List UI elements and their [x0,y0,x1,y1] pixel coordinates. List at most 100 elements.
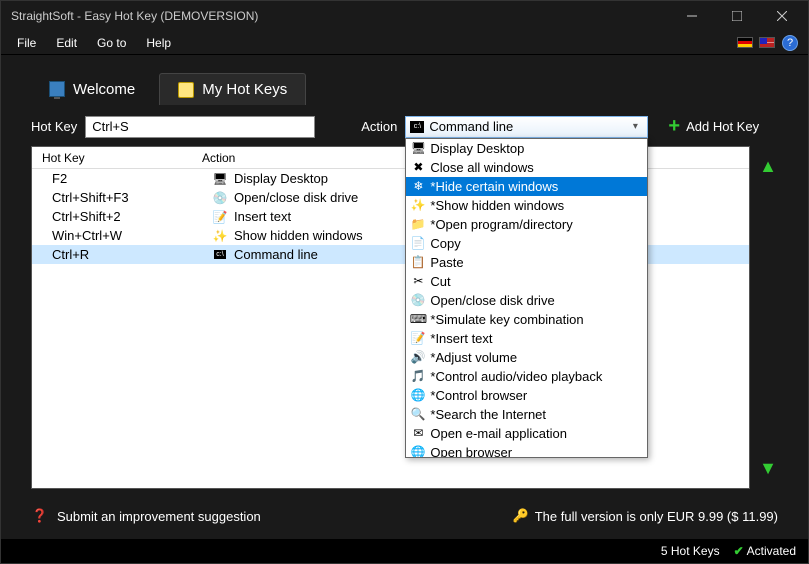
dropdown-item[interactable]: 🖥Display Desktop [406,139,647,158]
hotkey-input[interactable] [85,116,315,138]
row-action-label: Insert text [234,209,291,224]
menu-help[interactable]: Help [136,33,181,53]
plus-icon: + [668,115,680,138]
dropdown-item-icon: 🎵 [410,368,426,384]
dropdown-item[interactable]: ✉ Open e-mail application [406,424,647,443]
flag-english-icon[interactable] [759,37,775,48]
key-icon: 🔑 [513,508,529,524]
monitor-icon [49,81,65,97]
tab-welcome[interactable]: Welcome [31,73,153,105]
help-icon[interactable]: ? [782,35,798,51]
row-action-icon: c:\ [212,247,228,263]
cmd-icon: c:\ [410,121,424,133]
dropdown-item-label: *Hide certain windows [430,179,558,194]
action-dropdown-list[interactable]: 🖥Display Desktop✖ Close all windows ❄ *Hide… [405,138,648,458]
move-down-button[interactable]: ▼ [758,458,778,479]
tab-myhotkeys-label: My Hot Keys [202,81,287,98]
dropdown-item-label: *Show hidden windows [430,198,564,213]
dropdown-item[interactable]: ✖ Close all windows [406,158,647,177]
tab-my-hot-keys[interactable]: My Hot Keys [159,73,306,105]
chevron-down-icon: ▾ [627,121,643,132]
dropdown-item-label: Display Desktop [430,141,524,156]
dropdown-item-icon: 🔍 [410,406,426,422]
dropdown-item[interactable]: 🔍 *Search the Internet [406,405,647,424]
dropdown-item-icon: 📋 [410,254,426,270]
dropdown-item-label: Open/close disk drive [430,293,554,308]
tab-welcome-label: Welcome [73,81,135,98]
row-hotkey: Ctrl+Shift+F3 [52,190,212,205]
row-hotkey: Win+Ctrl+W [52,228,212,243]
add-hot-key-label: Add Hot Key [686,119,759,134]
row-hotkey: Ctrl+Shift+2 [52,209,212,224]
dropdown-item[interactable]: 🎵 *Control audio/video playback [406,367,647,386]
dropdown-item-icon: 💿 [410,292,426,308]
dropdown-item[interactable]: ✂ Cut [406,272,647,291]
row-hotkey: F2 [52,171,212,186]
status-count: 5 Hot Keys [661,544,720,558]
dropdown-item-icon: ✂ [410,273,426,289]
dropdown-item-label: *Adjust volume [430,350,517,365]
menu-edit[interactable]: Edit [46,33,87,53]
dropdown-item-label: *Simulate key combination [430,312,583,327]
dropdown-item[interactable]: ⌨ *Simulate key combination [406,310,647,329]
column-hotkey[interactable]: Hot Key [42,151,202,165]
dropdown-item[interactable]: 📁 *Open program/directory [406,215,647,234]
dropdown-item-icon: ✨ [410,197,426,213]
action-combobox[interactable]: c:\ Command line ▾ [405,116,648,138]
dropdown-item[interactable]: 📋 Paste [406,253,647,272]
dropdown-item[interactable]: 🌐Open browser [406,443,647,458]
dropdown-item-label: Copy [430,236,460,251]
row-action-label: Display Desktop [234,171,328,186]
row-action-icon: 💿 [212,190,228,206]
flag-german-icon[interactable] [737,37,753,48]
dropdown-item-icon: ✉ [410,425,426,441]
dropdown-item-label: *Control audio/video playback [430,369,602,384]
action-label: Action [361,119,397,134]
row-hotkey: Ctrl+R [52,247,212,262]
menu-goto[interactable]: Go to [87,33,136,53]
dropdown-item-icon: ✖ [410,159,426,175]
dropdown-item-icon: 📁 [410,216,426,232]
dropdown-item-label: Paste [430,255,463,270]
row-action-icon: ✨ [212,228,228,244]
dropdown-item-icon: ⌨ [410,311,426,327]
dropdown-item-icon: 📝 [410,330,426,346]
keys-icon [178,82,194,98]
menu-file[interactable]: File [7,33,46,53]
status-activated: ✔Activated [734,544,796,558]
price-text: The full version is only EUR 9.99 ($ 11.… [535,509,778,524]
row-action-label: Command line [234,247,318,262]
dropdown-item-label: *Open program/directory [430,217,572,232]
dropdown-item-label: *Control browser [430,388,527,403]
dropdown-item[interactable]: 💿 Open/close disk drive [406,291,647,310]
add-hot-key-button[interactable]: + Add Hot Key [668,115,759,138]
window-title: StraightSoft - Easy Hot Key (DEMOVERSION… [11,9,669,23]
suggestion-link[interactable]: Submit an improvement suggestion [57,509,261,524]
move-up-button[interactable]: ▲ [758,156,778,177]
maximize-button[interactable] [714,2,759,30]
dropdown-item-label: *Search the Internet [430,407,546,422]
dropdown-item[interactable]: 🌐 *Control browser [406,386,647,405]
dropdown-item-label: Cut [430,274,450,289]
dropdown-item-label: Open e-mail application [430,426,567,441]
row-action-label: Open/close disk drive [234,190,358,205]
dropdown-item-icon: ❄ [410,178,426,194]
minimize-button[interactable] [669,2,714,30]
close-button[interactable] [759,2,804,30]
dropdown-item[interactable]: 🔊 *Adjust volume [406,348,647,367]
dropdown-item-icon: 🔊 [410,349,426,365]
dropdown-item[interactable]: 📝 *Insert text [406,329,647,348]
dropdown-item-label: Close all windows [430,160,533,175]
dropdown-item[interactable]: ❄ *Hide certain windows [406,177,647,196]
row-action-icon: 🖥 [212,171,228,187]
action-selected: Command line [429,119,627,134]
row-action-label: Show hidden windows [234,228,363,243]
dropdown-item-label: *Insert text [430,331,492,346]
dropdown-item[interactable]: 📄 Copy [406,234,647,253]
dropdown-item[interactable]: ✨ *Show hidden windows [406,196,647,215]
dropdown-item-label: Open browser [430,445,512,458]
dropdown-item-icon: 📄 [410,235,426,251]
hotkey-label: Hot Key [31,119,77,134]
suggestion-icon: ❓ [31,507,49,525]
dropdown-item-icon: 🌐 [410,387,426,403]
